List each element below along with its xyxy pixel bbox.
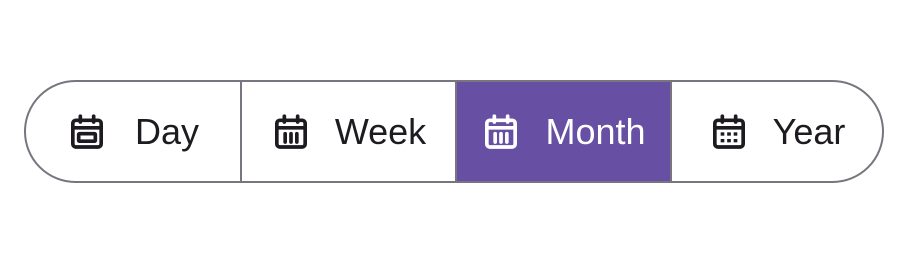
view-range-segmented-control: Day Week Month Year <box>24 80 884 183</box>
segment-year[interactable]: Year <box>670 82 882 181</box>
segment-day[interactable]: Day <box>26 82 240 181</box>
segment-month[interactable]: Month <box>455 82 670 181</box>
calendar-year-icon <box>709 112 749 152</box>
calendar-month-icon <box>481 112 521 152</box>
segment-year-label: Year <box>772 110 846 152</box>
calendar-day-icon <box>67 112 107 152</box>
calendar-week-icon <box>271 112 311 152</box>
segment-day-label: Day <box>134 110 200 152</box>
segment-month-label: Month <box>545 110 646 152</box>
view-range-picker-container: Day Week Month Year <box>0 0 906 264</box>
segment-week-label: Week <box>334 110 427 152</box>
segment-week[interactable]: Week <box>240 82 455 181</box>
